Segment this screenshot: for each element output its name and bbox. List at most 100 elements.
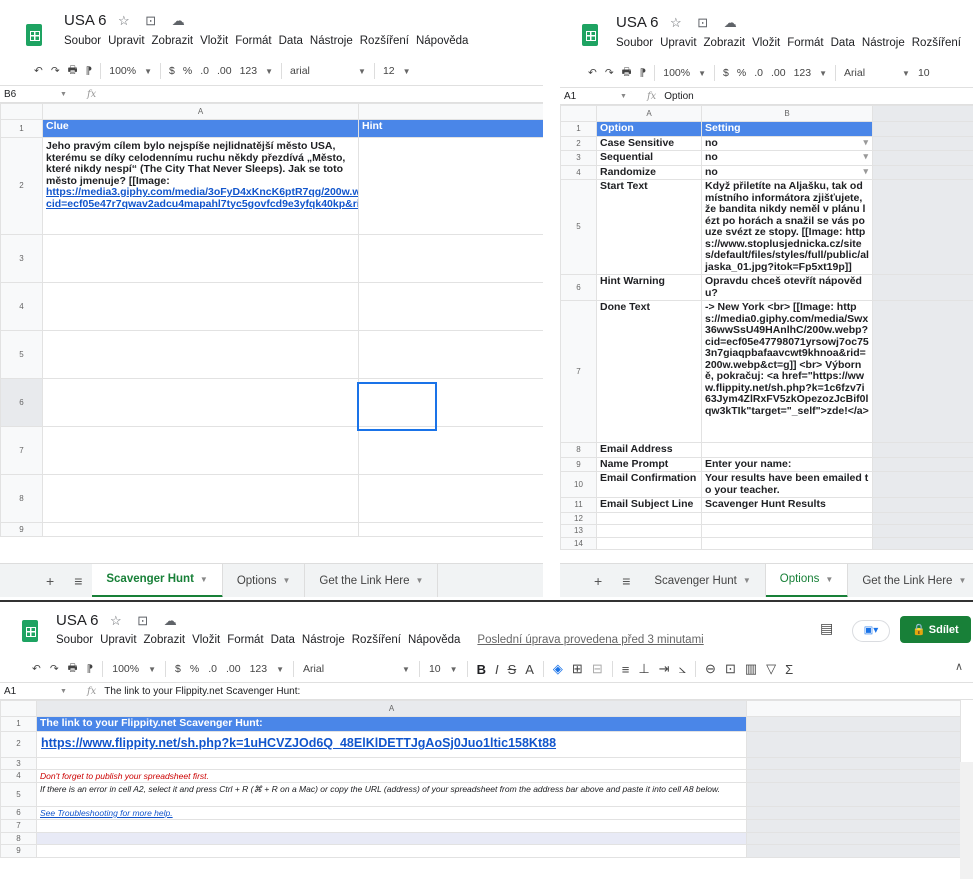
row-header[interactable]: 4 (0, 769, 37, 783)
link-sheet-cell[interactable]: See Troubleshooting for more help. (36, 806, 747, 820)
font-size-select[interactable]: 10 (918, 67, 930, 79)
formula-input[interactable]: The link to your Flippity.net Scavenger … (104, 686, 300, 697)
undo-icon[interactable]: ↶ (32, 663, 41, 675)
vertical-scrollbar[interactable] (960, 762, 973, 879)
menu-soubor[interactable]: Soubor (64, 35, 101, 47)
cell[interactable] (358, 330, 543, 379)
paint-format-icon[interactable]: ⁋ (86, 65, 93, 77)
link-icon[interactable]: ⊖ (705, 661, 716, 677)
cell-a1[interactable]: Clue (42, 119, 359, 138)
increase-decimal-button[interactable]: .00 (217, 65, 232, 77)
cell[interactable] (872, 524, 973, 538)
row-header[interactable]: 1 (0, 716, 37, 732)
setting-dropdown-cell[interactable]: no ▾ (701, 164, 873, 180)
cell[interactable] (872, 442, 973, 458)
option-name-cell[interactable]: Randomize (596, 164, 702, 180)
cell[interactable] (872, 135, 973, 151)
option-name-cell[interactable]: Sequential (596, 150, 702, 166)
setting-value-cell[interactable] (701, 511, 873, 525)
name-box[interactable]: A1 (0, 686, 60, 697)
percent-button[interactable]: % (183, 65, 192, 77)
row-header[interactable]: 7 (560, 300, 597, 443)
row-header[interactable]: 2 (0, 137, 43, 235)
cell[interactable] (872, 150, 973, 166)
option-name-cell[interactable] (596, 536, 702, 550)
row-header[interactable]: 1 (0, 119, 43, 138)
row-header[interactable]: 1 (560, 121, 597, 137)
filter-icon[interactable]: ▽ (766, 661, 776, 677)
cell-b2[interactable] (358, 137, 543, 235)
cell[interactable] (746, 806, 961, 820)
add-sheet-icon[interactable]: + (0, 573, 64, 589)
menu-data[interactable]: Data (271, 634, 295, 646)
menu-vlozit[interactable]: Vložit (752, 37, 780, 49)
cell[interactable] (42, 426, 359, 475)
menu-soubor[interactable]: Soubor (616, 37, 653, 49)
star-move-cloud-icons[interactable]: ☆ ⊡ ☁ (670, 15, 743, 31)
option-name-cell[interactable] (596, 511, 702, 525)
redo-icon[interactable]: ↷ (605, 67, 614, 79)
menu-rozsireni[interactable]: Rozšíření (912, 37, 961, 49)
currency-button[interactable]: $ (175, 663, 181, 675)
last-edit-link[interactable]: Poslední úprava provedena před 3 minutam… (477, 634, 703, 646)
font-select[interactable]: arial (290, 65, 350, 77)
menu-soubor[interactable]: Soubor (56, 634, 93, 646)
menu-upravit[interactable]: Upravit (660, 37, 696, 49)
strikethrough-icon[interactable]: S (508, 662, 517, 677)
option-name-cell[interactable]: Name Prompt (596, 456, 702, 472)
redo-icon[interactable]: ↷ (50, 663, 59, 675)
merge-cells-icon[interactable]: ⊟ (592, 661, 603, 677)
cell-b1[interactable]: Hint (358, 119, 543, 138)
setting-value-cell[interactable]: Když přiletíte na Aljašku, tak od místní… (701, 179, 873, 275)
star-move-cloud-icons[interactable]: ☆ ⊡ ☁ (110, 613, 183, 629)
row-header[interactable]: 6 (0, 378, 43, 427)
link-sheet-cell[interactable] (36, 756, 747, 770)
option-name-cell[interactable]: Email Subject Line (596, 497, 702, 513)
text-color-icon[interactable]: A (525, 662, 534, 677)
row-header[interactable]: 5 (0, 330, 43, 379)
cell[interactable] (872, 121, 973, 137)
document-title[interactable]: USA 6 (56, 612, 99, 629)
row-header[interactable]: 2 (560, 135, 597, 151)
number-format-select[interactable]: 123 (794, 67, 812, 79)
option-name-cell[interactable]: Hint Warning (596, 274, 702, 301)
font-select[interactable]: Arial (303, 663, 393, 675)
setting-value-cell[interactable]: Opravdu chceš otevřít nápovědu? (701, 274, 873, 301)
cell[interactable] (746, 756, 961, 770)
collapse-toolbar-icon[interactable]: ∧ (955, 660, 963, 673)
text-wrap-icon[interactable]: ⇥ (659, 661, 670, 677)
flippity-link-cell[interactable]: https://www.flippity.net/sh.php?k=1uHCVZ… (36, 730, 747, 758)
cell-a2[interactable]: Jeho pravým cílem bylo nejspíše nejlidna… (42, 137, 359, 235)
select-all-corner[interactable] (560, 105, 597, 122)
row-header[interactable]: 3 (0, 234, 43, 283)
option-name-cell[interactable]: Case Sensitive (596, 135, 702, 151)
cell[interactable] (872, 497, 973, 513)
setting-value-cell[interactable]: Enter your name: (701, 456, 873, 472)
borders-icon[interactable]: ⊞ (572, 661, 583, 677)
star-move-cloud-icons[interactable]: ☆ ⊡ ☁ (118, 13, 191, 29)
increase-decimal-button[interactable]: .00 (771, 67, 786, 79)
setting-value-cell[interactable]: Scavenger Hunt Results (701, 497, 873, 513)
decrease-decimal-button[interactable]: .0 (208, 663, 217, 675)
menu-nastroje[interactable]: Nástroje (310, 35, 353, 47)
menu-zobrazit[interactable]: Zobrazit (144, 634, 186, 646)
row-header[interactable]: 3 (560, 150, 597, 166)
cell[interactable] (872, 456, 973, 472)
option-name-cell[interactable] (596, 524, 702, 538)
cell[interactable] (358, 522, 543, 537)
cell[interactable] (746, 782, 961, 807)
menu-zobrazit[interactable]: Zobrazit (152, 35, 194, 47)
chevron-down-icon[interactable]: ▾ (863, 166, 868, 177)
menu-data[interactable]: Data (831, 37, 855, 49)
menu-data[interactable]: Data (279, 35, 303, 47)
cell[interactable] (358, 426, 543, 475)
row-header[interactable]: 4 (0, 282, 43, 331)
chart-icon[interactable]: ▥ (745, 661, 757, 677)
cell[interactable] (42, 522, 359, 537)
setting-dropdown-cell[interactable]: no ▾ (701, 135, 873, 151)
row-header[interactable]: 9 (0, 844, 37, 858)
clue-image-link[interactable]: https://media3.giphy.com/media/3oFyD4xKn… (46, 186, 358, 210)
menu-upravit[interactable]: Upravit (100, 634, 136, 646)
formula-input[interactable]: Option (664, 91, 693, 102)
sheets-logo-icon[interactable] (582, 24, 598, 46)
